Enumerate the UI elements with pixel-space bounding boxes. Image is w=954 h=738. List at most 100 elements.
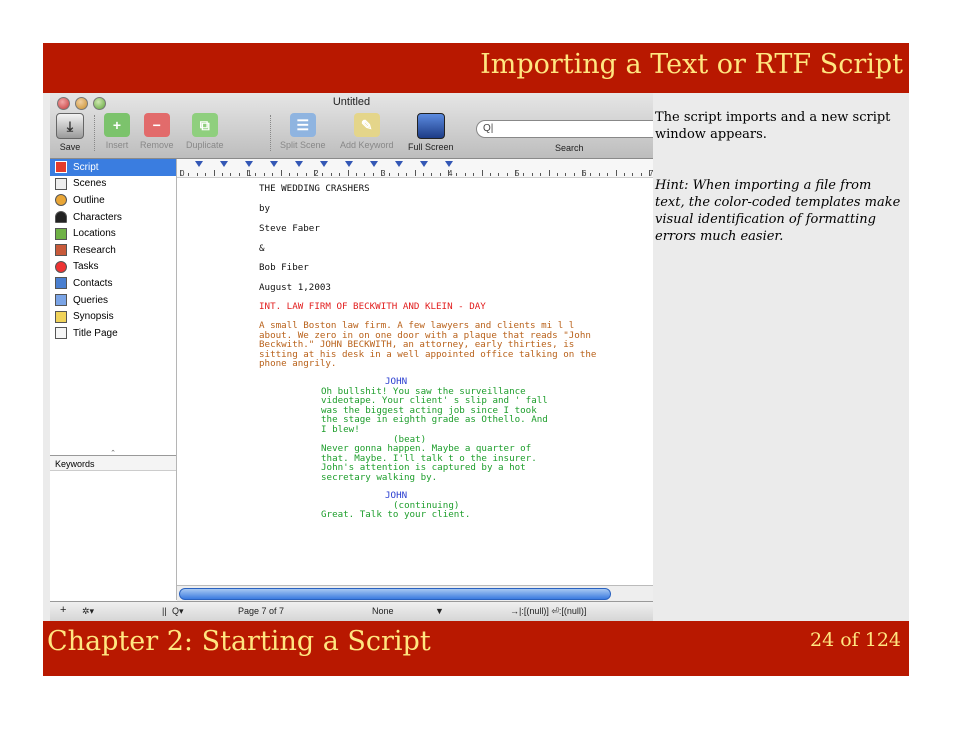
- ruler-tick: [272, 173, 274, 176]
- ruler-tick: [489, 173, 491, 176]
- keyword-icon: ✎: [353, 113, 380, 137]
- sidebar-item-label: Characters: [73, 211, 122, 223]
- ruler-tick: [607, 173, 609, 176]
- research-icon: [55, 244, 67, 257]
- tab-stop-marker[interactable]: [295, 161, 303, 167]
- ruler-tick: [615, 170, 617, 176]
- sidebar-item-synopsis[interactable]: Synopsis: [50, 308, 176, 325]
- tab-stop-marker[interactable]: [220, 161, 228, 167]
- toolbar: Untitled ⤓ Save + Insert − Remove ⧉ Dupl…: [50, 93, 653, 159]
- ruler-tick: [649, 170, 650, 176]
- chevron-down-icon[interactable]: ▼: [435, 606, 444, 616]
- hint-text: Hint: When importing a file from text, t…: [655, 178, 901, 244]
- ruler-tick: [381, 170, 382, 176]
- ruler[interactable]: 01234567: [177, 159, 653, 178]
- ruler-tick: [297, 173, 299, 176]
- sidebar-item-characters[interactable]: Characters: [50, 209, 176, 226]
- sidebar-item-queries[interactable]: Queries: [50, 292, 176, 309]
- horizontal-scrollbar[interactable]: [177, 585, 653, 601]
- dialogue-line: Great. Talk to your client.: [321, 509, 471, 521]
- dialogue-line: secretary walking by.: [321, 472, 438, 483]
- ruler-tick: [339, 173, 341, 176]
- ruler-tick: [221, 173, 223, 176]
- ruler-tick: [263, 173, 265, 176]
- sidebar-item-label: Queries: [73, 294, 109, 306]
- tab-stop-marker[interactable]: [420, 161, 428, 167]
- tasks-icon: [55, 260, 67, 273]
- ruler-tick: [397, 173, 399, 176]
- dialogue-line: I blew!: [321, 424, 360, 435]
- sidebar-item-scenes[interactable]: Scenes: [50, 176, 176, 193]
- full-screen-button[interactable]: Full Screen: [408, 113, 454, 152]
- sidebar-item-label: Contacts: [73, 277, 113, 289]
- ruler-tick: [314, 170, 315, 176]
- tab-stop-marker[interactable]: [345, 161, 353, 167]
- locations-icon: [55, 227, 67, 240]
- tab-stop-marker[interactable]: [320, 161, 328, 167]
- save-button[interactable]: ⤓ Save: [56, 113, 84, 152]
- find-icon[interactable]: Q▾: [172, 606, 184, 617]
- scenes-icon: [55, 177, 67, 190]
- sidebar-item-title-page[interactable]: Title Page: [50, 325, 176, 342]
- sidebar-item-research[interactable]: Research: [50, 242, 176, 259]
- add-icon[interactable]: +: [60, 604, 66, 616]
- insert-button[interactable]: + Insert: [104, 113, 130, 150]
- tab-stop-marker[interactable]: [195, 161, 203, 167]
- tab-stop-marker[interactable]: [370, 161, 378, 167]
- toolbar-separator: [270, 115, 271, 151]
- slide-title-bar: Importing a Text or RTF Script: [43, 43, 909, 93]
- ruler-tick: [322, 173, 324, 176]
- ruler-tick: [481, 170, 483, 176]
- split-icon: ☰: [289, 113, 316, 137]
- remove-button[interactable]: − Remove: [140, 113, 174, 150]
- ruler-tick: [523, 173, 525, 176]
- ruler-tick: [205, 173, 207, 176]
- outline-icon: [55, 194, 67, 207]
- scrollbar-thumb[interactable]: [179, 588, 611, 600]
- ruler-tick: [556, 173, 558, 176]
- ruler-tick: [640, 173, 642, 176]
- sidebar-item-script[interactable]: Script: [50, 159, 176, 176]
- ruler-tick: [582, 170, 583, 176]
- ruler-tick: [515, 170, 516, 176]
- ruler-tick: [632, 173, 634, 176]
- ruler-tick: [590, 173, 592, 176]
- add-keyword-button[interactable]: ✎ Add Keyword: [340, 113, 394, 150]
- script-page[interactable]: THE WEDDING CRASHERS by Steve Faber & Bo…: [177, 178, 653, 584]
- sidebar-item-contacts[interactable]: Contacts: [50, 275, 176, 292]
- script-ampersand: &: [259, 243, 265, 254]
- ruler-tick: [498, 173, 500, 176]
- ruler-tick: [280, 170, 282, 176]
- ruler-tick: [448, 170, 449, 176]
- insert-label: Insert: [105, 140, 129, 150]
- sidebar-item-outline[interactable]: Outline: [50, 192, 176, 209]
- sidebar-item-label: Research: [73, 244, 116, 256]
- characters-icon: [55, 211, 67, 224]
- synopsis-icon: [55, 310, 67, 323]
- tab-stop-marker[interactable]: [445, 161, 453, 167]
- chapter-title: Chapter 2: Starting a Script: [47, 626, 431, 657]
- ruler-tick: [288, 173, 290, 176]
- ruler-tick: [540, 173, 542, 176]
- keywords-header: Keywords: [50, 455, 176, 471]
- contacts-icon: [55, 277, 67, 290]
- ruler-tick: [422, 173, 424, 176]
- notes: The script imports and a new script wind…: [655, 109, 905, 279]
- splitter-icon[interactable]: ||: [162, 606, 167, 616]
- style-select[interactable]: None: [372, 606, 394, 616]
- tab-stop-marker[interactable]: [245, 161, 253, 167]
- tab-stop-marker[interactable]: [270, 161, 278, 167]
- gear-icon[interactable]: ✲▾: [82, 606, 94, 617]
- split-scene-button[interactable]: ☰ Split Scene: [280, 113, 326, 150]
- ruler-tick: [431, 173, 433, 176]
- ruler-tick: [330, 173, 332, 176]
- minus-icon: −: [143, 113, 170, 137]
- ruler-tick: [188, 173, 190, 176]
- duplicate-button[interactable]: ⧉ Duplicate: [186, 113, 224, 150]
- sidebar-item-tasks[interactable]: Tasks: [50, 259, 176, 276]
- sidebar-item-locations[interactable]: Locations: [50, 225, 176, 242]
- ruler-tick: [255, 173, 257, 176]
- save-label: Save: [59, 142, 81, 152]
- tab-stop-marker[interactable]: [395, 161, 403, 167]
- search-input[interactable]: Q|: [476, 120, 653, 138]
